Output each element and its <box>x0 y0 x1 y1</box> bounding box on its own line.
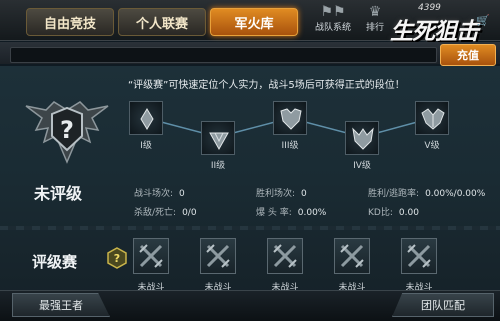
stat-value: 0 <box>179 189 185 199</box>
stat-kd-ratio: KD比: 0.00 <box>368 205 419 218</box>
crossed-swords-icon <box>139 244 163 268</box>
tier-1-icon[interactable] <box>129 101 163 135</box>
stat-label: 胜利/逃跑率: <box>368 189 420 199</box>
tier-3-label: III级 <box>281 141 299 151</box>
strongest-king-button[interactable]: 最强王者 <box>12 293 110 317</box>
stat-value: 0.00%/0.00% <box>425 189 486 199</box>
stat-value: 0.00% <box>297 208 327 218</box>
stat-label: 杀敌/死亡: <box>134 208 177 218</box>
tier-4-label: IV级 <box>353 161 371 171</box>
match-slot-3[interactable] <box>267 238 303 274</box>
match-slot-5[interactable] <box>401 238 437 274</box>
rating-status: 未评级 <box>34 184 83 203</box>
stat-kills-deaths: 杀敌/死亡: 0/0 <box>134 205 197 218</box>
stat-label: 战斗场次: <box>134 189 174 199</box>
stat-wins: 胜利场次: 0 <box>256 186 307 199</box>
crossed-swords-icon <box>273 244 297 268</box>
team-match-button[interactable]: 团队匹配 <box>392 293 494 317</box>
tier-5-label: V级 <box>424 141 440 151</box>
match-slot-1[interactable] <box>133 238 169 274</box>
crossed-swords-icon <box>407 244 431 268</box>
stat-label: 爆 头 率: <box>256 208 292 218</box>
stat-value: 0.00 <box>398 208 419 218</box>
svg-text:?: ? <box>114 252 120 265</box>
tier-4-icon[interactable] <box>345 121 379 155</box>
stat-label: 胜利场次: <box>256 189 296 199</box>
tier-3-icon[interactable] <box>273 101 307 135</box>
stat-value: 0/0 <box>182 208 197 218</box>
stat-battles: 战斗场次: 0 <box>134 186 185 199</box>
match-slot-2[interactable] <box>200 238 236 274</box>
stat-win-escape-rate: 胜利/逃跑率: 0.00%/0.00% <box>368 186 485 199</box>
tier-2-label: II级 <box>210 161 226 171</box>
tier-5-icon[interactable] <box>415 101 449 135</box>
match-slot-4[interactable] <box>334 238 370 274</box>
help-icon[interactable]: ? <box>106 247 128 269</box>
crossed-swords-icon <box>206 244 230 268</box>
tier-2-icon[interactable] <box>201 121 235 155</box>
rated-match-title: 评级赛 <box>32 253 78 271</box>
section-divider <box>0 226 500 230</box>
crossed-swords-icon <box>340 244 364 268</box>
stat-value: 0 <box>301 189 307 199</box>
tier-1-label: I级 <box>140 141 152 151</box>
stat-label: KD比: <box>368 208 393 218</box>
stat-headshot-rate: 爆 头 率: 0.00% <box>256 205 326 218</box>
